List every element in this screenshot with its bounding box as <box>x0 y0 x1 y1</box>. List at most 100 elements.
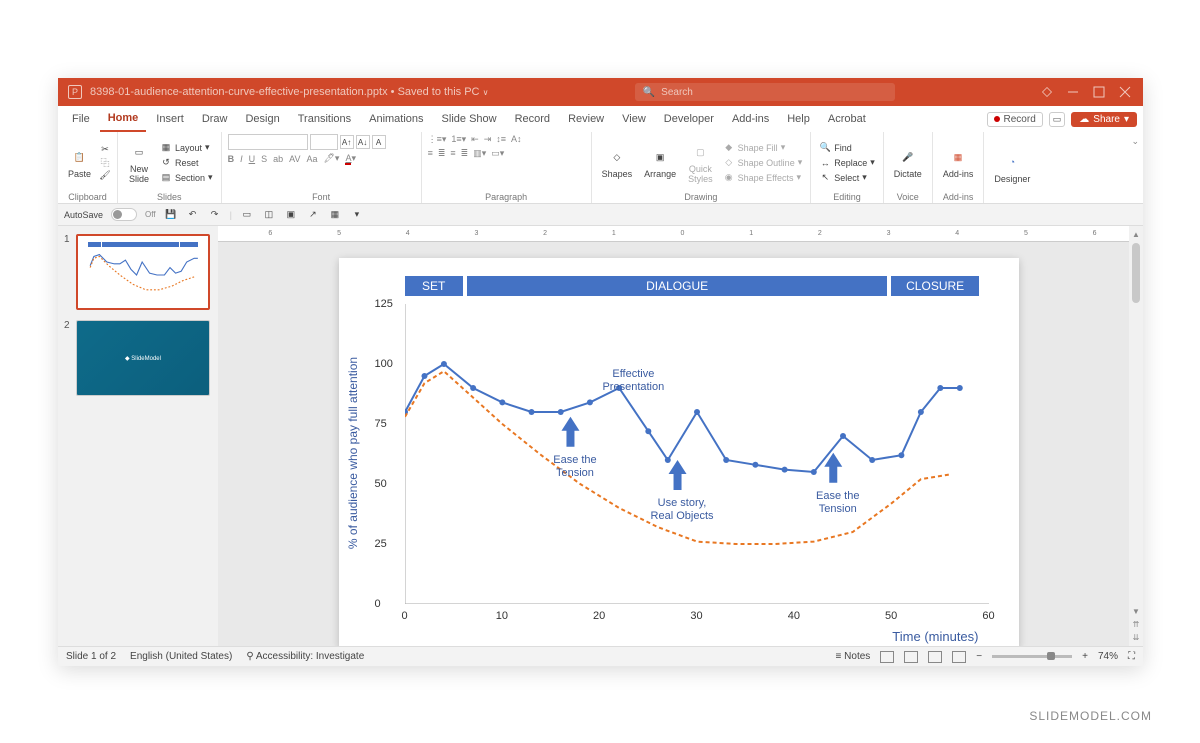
tab-draw[interactable]: Draw <box>194 106 236 132</box>
redo-icon[interactable]: ↷ <box>208 208 222 222</box>
reading-view-icon[interactable] <box>928 651 942 663</box>
font-color-button[interactable]: A▾ <box>345 153 356 164</box>
zoom-out-icon[interactable]: − <box>976 651 982 662</box>
normal-view-icon[interactable] <box>880 651 894 663</box>
columns-button[interactable]: ▥▾ <box>473 148 486 159</box>
highlight-button[interactable]: 🖊▾ <box>323 153 339 164</box>
record-button[interactable]: Record <box>987 112 1043 127</box>
qat-more-icon[interactable]: ▾ <box>350 208 364 222</box>
tab-help[interactable]: Help <box>779 106 818 132</box>
underline-button[interactable]: U <box>249 154 256 164</box>
thumbnail-1[interactable] <box>76 234 210 310</box>
autosave-toggle[interactable] <box>111 208 137 221</box>
tab-view[interactable]: View <box>614 106 654 132</box>
vertical-scrollbar[interactable]: ▲ ▼ ⇈ ⇊ <box>1129 226 1143 646</box>
account-icon[interactable] <box>1041 86 1053 98</box>
indent-dec-button[interactable]: ⇤ <box>471 134 479 145</box>
qat-icon-5[interactable]: ▦ <box>328 208 342 222</box>
cut-icon[interactable]: ✂ <box>99 144 111 156</box>
bullets-button[interactable]: ⋮≡▾ <box>428 134 447 145</box>
case-button[interactable]: Aa <box>306 154 317 164</box>
tab-developer[interactable]: Developer <box>656 106 722 132</box>
dictate-button[interactable]: 🎤Dictate <box>890 144 926 181</box>
tab-animations[interactable]: Animations <box>361 106 431 132</box>
text-direction-button[interactable]: A↕ <box>511 134 522 145</box>
slide[interactable]: % of audience who pay full attention Tim… <box>339 258 1019 646</box>
qat-icon-2[interactable]: ◫ <box>262 208 276 222</box>
close-button[interactable] <box>1119 86 1131 98</box>
qat-icon-3[interactable]: ▣ <box>284 208 298 222</box>
layout-button[interactable]: ▦Layout ▾ <box>158 141 215 155</box>
paste-button[interactable]: 📋 Paste <box>64 144 95 181</box>
collapse-ribbon-icon[interactable]: ▭ <box>1049 112 1066 127</box>
next-slide-icon[interactable]: ⇊ <box>1133 633 1140 642</box>
prev-slide-icon[interactable]: ⇈ <box>1133 620 1140 629</box>
shape-effects-button[interactable]: ◉Shape Effects ▾ <box>721 171 805 185</box>
zoom-slider[interactable] <box>992 655 1072 658</box>
undo-icon[interactable]: ↶ <box>186 208 200 222</box>
collapse-arrow-icon[interactable]: ⌄ <box>1127 132 1143 203</box>
bold-button[interactable]: B <box>228 154 235 164</box>
scroll-down-icon[interactable]: ▼ <box>1132 607 1140 616</box>
tab-record[interactable]: Record <box>507 106 558 132</box>
fit-window-icon[interactable]: ⛶ <box>1128 651 1135 662</box>
shape-outline-button[interactable]: ◇Shape Outline ▾ <box>721 156 805 170</box>
spacing-button[interactable]: AV <box>289 154 300 164</box>
addins-button[interactable]: ▦Add-ins <box>939 144 978 181</box>
clear-format-icon[interactable]: A <box>372 135 386 149</box>
align-center-button[interactable]: ≣ <box>438 148 446 159</box>
format-painter-icon[interactable]: 🖌 <box>99 170 111 182</box>
maximize-button[interactable] <box>1093 86 1105 98</box>
tab-design[interactable]: Design <box>237 106 287 132</box>
slide-counter[interactable]: Slide 1 of 2 <box>66 651 116 662</box>
thumbnail-2[interactable]: ◆ SlideModel <box>76 320 210 396</box>
quick-styles-button[interactable]: ▢Quick Styles <box>684 139 717 186</box>
shapes-button[interactable]: ◇Shapes <box>598 144 637 181</box>
shape-fill-button[interactable]: ◆Shape Fill ▾ <box>721 141 805 155</box>
tab-slide-show[interactable]: Slide Show <box>434 106 505 132</box>
strike-button[interactable]: S <box>261 154 267 164</box>
tab-file[interactable]: File <box>64 106 98 132</box>
tab-insert[interactable]: Insert <box>148 106 192 132</box>
section-button[interactable]: ▤Section ▾ <box>158 171 215 185</box>
replace-button[interactable]: ↔Replace ▾ <box>817 156 877 170</box>
font-size-select[interactable] <box>310 134 338 150</box>
scroll-thumb[interactable] <box>1132 243 1140 303</box>
smartart-button[interactable]: ▭▾ <box>491 148 504 159</box>
numbering-button[interactable]: 1≡▾ <box>451 134 466 145</box>
language-status[interactable]: English (United States) <box>130 651 232 662</box>
select-button[interactable]: ↖Select ▾ <box>817 171 877 185</box>
tab-add-ins[interactable]: Add-ins <box>724 106 777 132</box>
qat-icon-1[interactable]: ▭ <box>240 208 254 222</box>
tab-review[interactable]: Review <box>560 106 612 132</box>
justify-button[interactable]: ≣ <box>461 148 469 159</box>
line-spacing-button[interactable]: ↕≡ <box>496 134 506 145</box>
minimize-button[interactable] <box>1067 86 1079 98</box>
copy-icon[interactable]: ⿻ <box>99 157 111 169</box>
indent-inc-button[interactable]: ⇥ <box>484 134 492 145</box>
slideshow-view-icon[interactable] <box>952 651 966 663</box>
decrease-font-icon[interactable]: A↓ <box>356 135 370 149</box>
find-button[interactable]: 🔍Find <box>817 141 877 155</box>
sorter-view-icon[interactable] <box>904 651 918 663</box>
share-button[interactable]: ☁ Share ▾ <box>1071 112 1137 127</box>
slide-stage[interactable]: % of audience who pay full attention Tim… <box>218 242 1129 646</box>
save-icon[interactable]: 💾 <box>164 208 178 222</box>
scroll-up-icon[interactable]: ▲ <box>1132 230 1140 239</box>
tab-transitions[interactable]: Transitions <box>290 106 359 132</box>
notes-button[interactable]: ≡ Notes <box>836 651 871 662</box>
tab-acrobat[interactable]: Acrobat <box>820 106 874 132</box>
italic-button[interactable]: I <box>240 154 243 164</box>
reset-button[interactable]: ↺Reset <box>158 156 215 170</box>
font-family-select[interactable] <box>228 134 308 150</box>
shadow-button[interactable]: ab <box>273 154 283 164</box>
zoom-level[interactable]: 74% <box>1098 651 1118 662</box>
designer-button[interactable]: ◔Designer <box>990 149 1034 186</box>
increase-font-icon[interactable]: A↑ <box>340 135 354 149</box>
search-box[interactable]: 🔍 Search <box>635 83 895 101</box>
zoom-in-icon[interactable]: + <box>1082 651 1088 662</box>
qat-icon-4[interactable]: ↗ <box>306 208 320 222</box>
align-right-button[interactable]: ≡ <box>450 148 455 159</box>
align-left-button[interactable]: ≡ <box>428 148 433 159</box>
tab-home[interactable]: Home <box>100 106 147 132</box>
